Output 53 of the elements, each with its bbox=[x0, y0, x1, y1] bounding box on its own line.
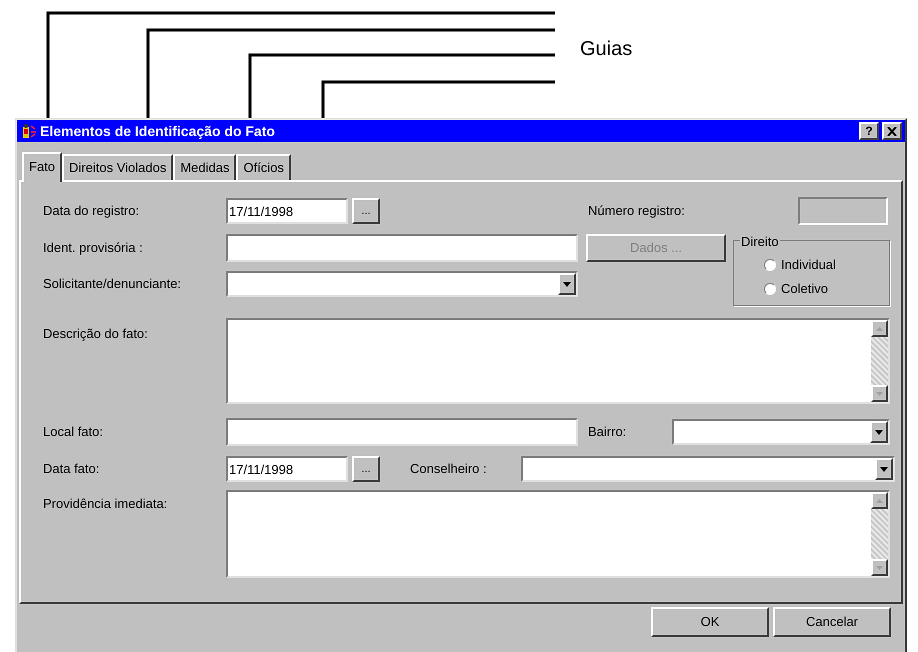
date-field[interactable]: 17/11/1998 bbox=[226, 198, 348, 224]
dialog-button[interactable]: Cancelar bbox=[773, 607, 891, 637]
radio-label[interactable]: Coletivo bbox=[781, 279, 828, 299]
app-icon bbox=[20, 122, 37, 140]
field-label: Solicitante/denunciante: bbox=[43, 275, 182, 294]
field-label: Número registro: bbox=[588, 202, 686, 220]
window-title: Elementos de Identificação do Fato bbox=[40, 122, 276, 141]
close-icon bbox=[887, 126, 897, 136]
text-field[interactable] bbox=[226, 418, 578, 446]
tab[interactable]: Direitos Violados bbox=[62, 154, 174, 180]
field-label: Data fato: bbox=[43, 460, 100, 478]
field-label: Local fato: bbox=[43, 423, 104, 442]
caret-icon bbox=[563, 282, 571, 286]
radio-label[interactable]: Individual bbox=[781, 255, 836, 275]
radio-button[interactable] bbox=[764, 259, 776, 271]
date-picker-button[interactable]: ... bbox=[352, 198, 380, 224]
text-area[interactable] bbox=[226, 490, 890, 578]
scroll-up-button[interactable] bbox=[871, 320, 888, 337]
tab[interactable]: Fato bbox=[22, 152, 62, 182]
scroll-down-button[interactable] bbox=[871, 385, 888, 402]
text-field[interactable] bbox=[226, 234, 578, 262]
field-label: Bairro: bbox=[588, 423, 628, 442]
combo-box[interactable] bbox=[226, 271, 578, 297]
close-button[interactable] bbox=[882, 122, 902, 140]
field-label: Data do registro: bbox=[43, 202, 140, 220]
field-label: Descrição do fato: bbox=[43, 325, 149, 343]
scroll-up-button[interactable] bbox=[871, 492, 888, 509]
tab[interactable]: Medidas bbox=[173, 154, 236, 180]
scrollbar[interactable] bbox=[871, 492, 888, 576]
callout-label: Guias bbox=[580, 38, 632, 60]
down-arrow-icon bbox=[876, 392, 883, 396]
radio-button[interactable] bbox=[764, 283, 776, 295]
combo-box[interactable] bbox=[672, 419, 890, 445]
scroll-down-button[interactable] bbox=[871, 559, 888, 576]
scrollbar[interactable] bbox=[871, 320, 888, 402]
dropdown-arrow-button[interactable] bbox=[875, 458, 893, 480]
field-label: Conselheiro : bbox=[410, 460, 488, 478]
date-picker-button[interactable]: ... bbox=[352, 456, 380, 482]
date-field[interactable]: 17/11/1998 bbox=[226, 456, 348, 482]
field-label: Ident. provisória : bbox=[43, 239, 144, 258]
text-area[interactable] bbox=[226, 318, 890, 404]
dropdown-arrow-button[interactable] bbox=[870, 421, 888, 443]
up-arrow-icon bbox=[876, 498, 883, 502]
caret-icon bbox=[875, 430, 883, 434]
combo-box[interactable] bbox=[521, 456, 895, 482]
help-button[interactable]: ? bbox=[859, 122, 879, 140]
down-arrow-icon bbox=[876, 566, 883, 570]
tab[interactable]: Ofícios bbox=[236, 154, 291, 180]
field-label: Providência imediata: bbox=[43, 495, 168, 513]
dialog-button[interactable]: OK bbox=[651, 607, 769, 637]
caret-icon bbox=[880, 466, 888, 472]
dropdown-arrow-button[interactable] bbox=[558, 273, 576, 295]
up-arrow-icon bbox=[876, 326, 883, 330]
